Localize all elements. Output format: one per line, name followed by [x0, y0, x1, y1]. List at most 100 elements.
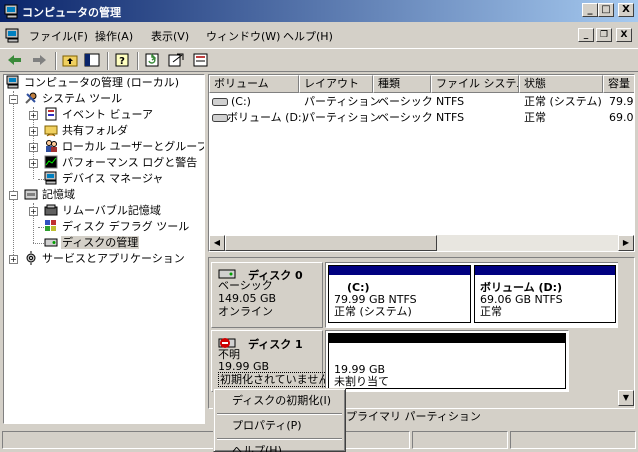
tree-label: 記憶域 — [42, 188, 75, 201]
volume-icon — [212, 114, 228, 122]
scroll-right-button[interactable]: ▶ — [618, 235, 634, 251]
mmc-document-icon[interactable] — [5, 27, 21, 43]
column-header-volume[interactable]: ボリューム — [209, 75, 299, 93]
unallocated-space[interactable]: 19.99 GB 未割り当て — [328, 333, 566, 389]
tree-item-system-tools[interactable]: システム ツール — [24, 91, 123, 107]
expand-toggle[interactable]: + — [29, 111, 38, 120]
table-row[interactable]: (C:) パーティション ベーシック NTFS 正常 (システム) 79.9 — [209, 94, 634, 110]
title-bar[interactable]: コンピュータの管理 _ □ X — [0, 0, 638, 22]
menu-separator — [217, 438, 342, 440]
expand-toggle[interactable]: + — [29, 159, 38, 168]
disk-status: オンライン — [218, 305, 273, 318]
close-button[interactable]: X — [618, 3, 634, 17]
mdi-restore-button[interactable]: ❐ — [596, 28, 612, 42]
minimize-button[interactable]: _ — [582, 3, 598, 17]
volume-list[interactable]: ボリューム レイアウト 種類 ファイル システム 状態 容量 (C:) パーティ… — [208, 74, 635, 252]
column-header-filesystem[interactable]: ファイル システム — [431, 75, 519, 93]
device-manager-icon — [44, 171, 57, 185]
expand-toggle[interactable]: + — [9, 255, 18, 264]
cell-type: ベーシック — [378, 111, 433, 124]
services-icon — [26, 251, 36, 265]
scrollbar-thumb[interactable] — [225, 235, 437, 251]
status-panel — [510, 431, 636, 449]
refresh-button[interactable] — [143, 52, 163, 70]
menu-view[interactable]: 表示(V) — [151, 28, 189, 44]
help-toolbar-button[interactable]: ? — [113, 52, 133, 70]
vertical-scrollbar[interactable]: ▼ — [618, 258, 634, 408]
context-menu: ディスクの初期化(I) プロパティ(P) ヘルプ(H) — [213, 388, 346, 452]
tree-item-event-viewer[interactable]: イベント ビューア — [44, 107, 154, 123]
shared-folder-icon — [44, 125, 58, 137]
tree-item-disk-defragmenter[interactable]: ディスク デフラグ ツール — [44, 219, 190, 235]
legend-label: プライマリ パーティション — [346, 410, 481, 423]
cell-layout: パーティション — [304, 111, 381, 124]
mdi-close-button[interactable]: X — [616, 28, 632, 42]
menu-separator — [217, 413, 342, 415]
export-icon — [168, 53, 184, 67]
tree-item-services-applications[interactable]: サービスとアプリケーション — [24, 251, 186, 267]
disk-0-header[interactable]: ディスク 0 ベーシック 149.05 GB オンライン — [211, 262, 323, 328]
partition-type-bar — [475, 266, 615, 275]
forward-button[interactable] — [30, 52, 50, 70]
tree-item-storage[interactable]: 記憶域 — [24, 187, 76, 203]
export-list-button[interactable] — [167, 52, 187, 70]
tree-item-computer-management[interactable]: コンピュータの管理 (ローカル) — [6, 75, 180, 91]
table-row[interactable]: ボリューム (D:) パーティション ベーシック NTFS 正常 69.0 — [209, 110, 634, 126]
toolbar-separator — [107, 52, 109, 70]
properties-button[interactable] — [192, 52, 212, 70]
scroll-down-button[interactable]: ▼ — [618, 390, 634, 406]
partition-status: 正常 — [480, 305, 502, 318]
menu-file[interactable]: ファイル(F) — [29, 28, 88, 44]
tree-item-shared-folders[interactable]: 共有フォルダ — [44, 123, 129, 139]
toolbar: ? — [0, 48, 638, 72]
status-panel — [2, 431, 410, 449]
menu-help[interactable]: ヘルプ(H) — [283, 28, 333, 44]
collapse-toggle[interactable]: − — [9, 95, 18, 104]
disk-1-header[interactable]: ディスク 1 不明 19.99 GB 初期化されていません — [211, 330, 332, 392]
mdi-minimize-button[interactable]: _ — [578, 28, 594, 42]
tree-item-disk-management[interactable]: ディスクの管理 — [44, 235, 140, 251]
partition-status: 正常 (システム) — [334, 305, 412, 318]
tree-item-device-manager[interactable]: デバイス マネージャ — [44, 171, 164, 187]
users-icon — [46, 140, 57, 152]
tree-item-performance-logs[interactable]: パフォーマンス ログと警告 — [44, 155, 198, 171]
tree-label: デバイス マネージャ — [62, 172, 164, 185]
back-button[interactable] — [6, 52, 26, 70]
maximize-button[interactable]: □ — [598, 3, 614, 17]
defrag-icon — [45, 220, 56, 231]
computer-management-icon — [4, 4, 18, 19]
column-header-capacity[interactable]: 容量 — [603, 75, 634, 93]
disk-graphical-view[interactable]: ディスク 0 ベーシック 149.05 GB オンライン (C:) 79.99 … — [208, 257, 635, 409]
column-header-layout[interactable]: レイアウト — [299, 75, 373, 93]
tree-item-local-users[interactable]: ローカル ユーザーとグループ — [44, 139, 205, 155]
console-tree[interactable]: コンピュータの管理 (ローカル) − システム ツール + イベント ビューア … — [3, 74, 205, 424]
column-header-type[interactable]: 種類 — [373, 75, 431, 93]
cell-volume: (C:) — [231, 95, 251, 108]
up-one-level-button[interactable] — [61, 52, 81, 70]
column-header-status[interactable]: 状態 — [519, 75, 603, 93]
expand-toggle[interactable]: + — [29, 207, 38, 216]
menu-item-properties[interactable]: プロパティ(P) — [217, 416, 342, 436]
show-hide-tree-button[interactable] — [83, 52, 103, 70]
menu-item-help[interactable]: ヘルプ(H) — [217, 441, 342, 452]
expand-toggle[interactable]: + — [29, 143, 38, 152]
cell-status: 正常 — [524, 111, 546, 124]
cell-volume: ボリューム (D:) — [227, 111, 306, 124]
tree-item-removable-storage[interactable]: リムーバブル記憶域 — [44, 203, 162, 219]
menu-action[interactable]: 操作(A) — [95, 28, 133, 44]
partition-d[interactable]: ボリューム (D:) 69.06 GB NTFS 正常 — [474, 265, 616, 323]
cell-status: 正常 (システム) — [524, 95, 602, 108]
tree-label: リムーバブル記憶域 — [62, 204, 161, 217]
tree-label: ローカル ユーザーとグループ — [62, 140, 205, 153]
partition-c[interactable]: (C:) 79.99 GB NTFS 正常 (システム) — [328, 265, 471, 323]
collapse-toggle[interactable]: − — [9, 191, 18, 200]
menu-window[interactable]: ウィンドウ(W) — [206, 28, 280, 44]
scroll-left-button[interactable]: ◀ — [209, 235, 225, 251]
menu-item-initialize-disk[interactable]: ディスクの初期化(I) — [217, 391, 342, 411]
expand-toggle[interactable]: + — [29, 127, 38, 136]
horizontal-scrollbar[interactable]: ◀ ▶ — [209, 235, 634, 251]
menu-bar: ファイル(F) 操作(A) 表示(V) ウィンドウ(W) ヘルプ(H) _ ❐ … — [0, 24, 638, 46]
tools-icon — [25, 92, 37, 104]
tree-label: ディスクの管理 — [61, 236, 140, 249]
cell-capacity: 79.9 — [609, 95, 634, 108]
